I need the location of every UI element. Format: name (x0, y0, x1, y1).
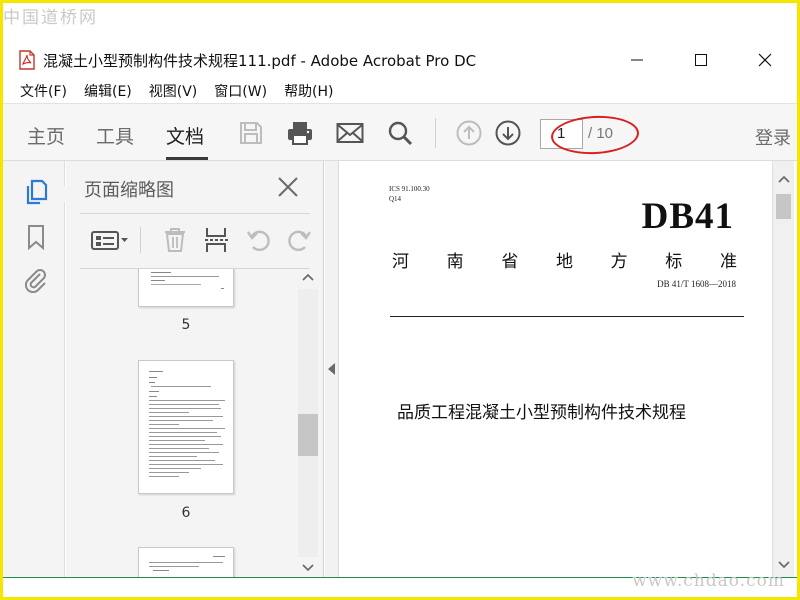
bookmark-icon[interactable] (23, 224, 49, 250)
doc-standard-code: DB41 (641, 196, 734, 237)
thumbnail-scrollbar[interactable] (298, 269, 318, 577)
watermark-bottom: www.chdao.com (632, 571, 785, 591)
thumbnail-list: 5 6 (66, 269, 296, 577)
close-button[interactable] (733, 43, 797, 77)
pdf-file-icon (19, 50, 35, 70)
maximize-button[interactable] (669, 43, 733, 77)
panel-divider (80, 213, 310, 214)
window-controls (605, 43, 797, 77)
thumbnail-page-7[interactable] (138, 547, 234, 577)
print-icon[interactable] (286, 119, 314, 147)
pages-icon[interactable] (23, 179, 49, 205)
panel-title: 页面缩略图 (84, 180, 174, 201)
page-options-icon[interactable] (90, 225, 130, 255)
doc-standard-char: 方 (610, 252, 628, 272)
tab-tools[interactable]: 工具 (96, 122, 134, 149)
tab-home[interactable]: 主页 (27, 122, 65, 149)
doc-title: 品质工程混凝土小型预制构件技术规程 (397, 403, 686, 423)
doc-standard-char: 省 (501, 252, 519, 272)
menu-window[interactable]: 窗口(W) (214, 81, 267, 101)
doc-standard-char: 南 (446, 252, 464, 272)
rotate-left-icon[interactable] (244, 225, 274, 255)
active-tab-indicator (166, 157, 208, 160)
doc-standard-char: 地 (555, 252, 573, 272)
menu-bar: 文件(F) 编辑(E) 视图(V) 窗口(W) 帮助(H) (3, 79, 351, 103)
app-window: 中国道桥网 混凝土小型预制构件技术规程111.pdf - Adobe Acrob… (3, 3, 797, 597)
extract-page-icon[interactable] (202, 225, 232, 255)
watermark-top: 中国道桥网 (3, 8, 98, 28)
panel-close-button[interactable] (276, 175, 300, 199)
menu-edit[interactable]: 编辑(E) (84, 81, 132, 101)
rotate-right-icon[interactable] (284, 225, 314, 255)
page-up-icon[interactable] (455, 119, 483, 147)
minimize-icon (631, 59, 643, 61)
doc-standard-number: DB 41/T 1608—2018 (657, 279, 736, 289)
scroll-up-icon[interactable] (774, 171, 794, 189)
document-scrollbar[interactable] (772, 161, 794, 577)
close-icon (758, 53, 772, 67)
panel-collapse-bar[interactable] (325, 161, 339, 577)
toolbar-separator (435, 118, 436, 148)
panel-tool-separator (140, 227, 141, 253)
scroll-up-icon[interactable] (298, 269, 318, 287)
doc-standard-char: 准 (719, 252, 737, 272)
thumbnail-panel: 页面缩略图 5 6 (66, 161, 324, 577)
save-icon[interactable] (237, 119, 265, 147)
email-icon[interactable] (336, 119, 364, 147)
menu-help[interactable]: 帮助(H) (284, 81, 333, 101)
login-button[interactable]: 登录 (755, 124, 791, 150)
doc-ics: ICS 91.100.30 (389, 185, 430, 193)
thumbnail-page-6[interactable] (138, 360, 234, 494)
attachment-icon[interactable] (23, 267, 49, 293)
doc-standard-char: 河 (392, 252, 409, 272)
delete-page-icon[interactable] (160, 225, 190, 255)
main-toolbar: 主页 工具 文档 1 / 10 登录 (3, 103, 797, 161)
search-icon[interactable] (386, 119, 414, 147)
thumbnail-page-5[interactable] (138, 269, 234, 307)
doc-ics-code: ICS 91.100.30 Q14 (389, 184, 430, 204)
document-page: ICS 91.100.30 Q14 DB41 河 南 省 地 方 标 准 DB … (340, 161, 772, 577)
title-bar: 混凝土小型预制构件技术规程111.pdf - Adobe Acrobat Pro… (3, 43, 797, 77)
menu-view[interactable]: 视图(V) (149, 81, 198, 101)
doc-ccs: Q14 (389, 195, 402, 203)
thumbnail-label: 6 (181, 505, 191, 521)
tab-document[interactable]: 文档 (166, 122, 204, 149)
collapse-arrow-icon[interactable] (328, 363, 335, 375)
left-navigation-rail (3, 161, 73, 577)
doc-standard-type: 河 南 省 地 方 标 准 (392, 247, 737, 272)
minimize-button[interactable] (605, 43, 669, 77)
thumbnail-label: 5 (181, 317, 191, 333)
page-down-icon[interactable] (494, 119, 522, 147)
maximize-icon (695, 54, 707, 66)
close-icon (278, 177, 298, 197)
scrollbar-thumb[interactable] (298, 414, 318, 456)
scrollbar-thumb[interactable] (776, 194, 791, 219)
menu-file[interactable]: 文件(F) (20, 81, 67, 101)
doc-standard-char: 标 (665, 252, 683, 272)
doc-divider (390, 316, 744, 317)
scroll-down-icon[interactable] (298, 558, 318, 576)
window-title: 混凝土小型预制构件技术规程111.pdf - Adobe Acrobat Pro… (43, 51, 477, 70)
